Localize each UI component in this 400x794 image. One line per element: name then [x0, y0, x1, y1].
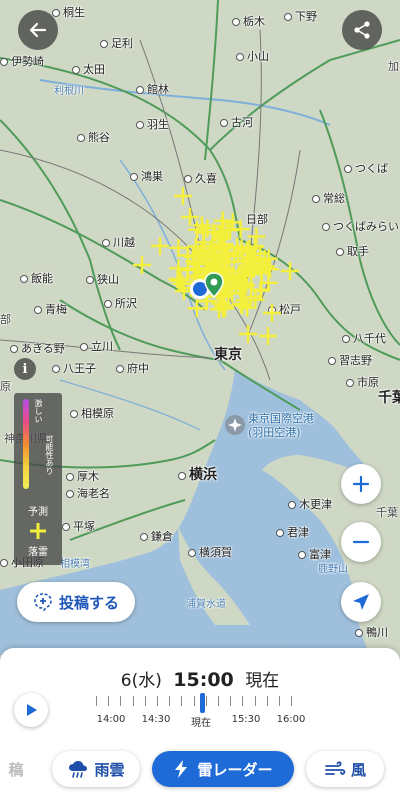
- play-icon: [27, 704, 37, 716]
- lightning-strike-marker: [174, 187, 192, 205]
- timeline-tick: [205, 696, 207, 706]
- timeline-tick: [230, 696, 232, 706]
- timeline-slider-thumb[interactable]: [200, 693, 205, 713]
- timeline-tick: [120, 696, 122, 706]
- timeline-label-current: 現在: [191, 718, 211, 729]
- post-report-icon: [34, 593, 52, 612]
- timeline-time: 15:00: [173, 669, 234, 691]
- tab-rain-cloud[interactable]: 雨雲: [52, 751, 140, 787]
- timeline-day: 6(水): [120, 671, 162, 691]
- legend-forecast-label: 予測: [28, 507, 48, 518]
- tab-label: 風: [350, 760, 366, 779]
- layer-tabs: 稿 雨雲 雷レーダー 風: [0, 748, 400, 792]
- timeline-tick: [181, 696, 183, 706]
- tab-label: 雷レーダー: [197, 760, 273, 779]
- timeline-tick: [169, 696, 171, 706]
- wind-icon: [325, 761, 346, 775]
- lightning-strike-marker: [259, 327, 277, 345]
- back-button[interactable]: [18, 10, 58, 50]
- lightning-strike-marker: [281, 262, 299, 280]
- lightning-strike-marker: [133, 256, 151, 274]
- timeline-tick: [279, 696, 280, 706]
- legend-color-bar: [23, 399, 29, 489]
- tab-post-partial[interactable]: 稿: [0, 751, 38, 787]
- timeline-tick: [157, 696, 158, 706]
- tab-label: 雨雲: [94, 760, 125, 779]
- lightning-strike-marker: [239, 325, 257, 343]
- lightning-strike-marker: [263, 304, 281, 322]
- timeline-tick: [242, 696, 244, 706]
- legend-strike-label: 落雷: [28, 547, 48, 558]
- location-pin-icon: [204, 272, 224, 298]
- info-icon: i: [22, 361, 28, 377]
- strike-marker-icon: [30, 523, 46, 539]
- rain-cloud-icon: [69, 761, 88, 778]
- timeline-label: 14:00: [96, 714, 126, 725]
- zoom-out-button[interactable]: [341, 522, 381, 562]
- navigation-arrow-icon: [353, 594, 369, 610]
- arrow-left-icon: [29, 22, 47, 38]
- timeline-status: 現在: [245, 671, 280, 691]
- timeline-label: 15:30: [231, 714, 261, 725]
- zoom-in-button[interactable]: [341, 464, 381, 504]
- share-button[interactable]: [342, 10, 382, 50]
- locate-me-button[interactable]: [341, 582, 381, 622]
- lightning-icon: [175, 760, 188, 778]
- info-button[interactable]: i: [14, 358, 36, 380]
- post-button[interactable]: 投稿する: [17, 582, 135, 622]
- timeline-tick: [96, 696, 97, 706]
- lightning-strike-marker: [151, 237, 169, 255]
- timeline-label: 14:30: [141, 714, 171, 725]
- timeline-tick: [266, 696, 268, 706]
- share-icon: [354, 21, 370, 39]
- timeline-tick: [132, 696, 134, 706]
- timeline-tick: [108, 696, 110, 706]
- timeline-tick: [254, 696, 256, 706]
- timeline-tick: [193, 696, 195, 706]
- timeline-tick: [218, 696, 219, 706]
- tab-lightning-radar[interactable]: 雷レーダー: [152, 751, 294, 787]
- legend-forecast-note: 可能性あり: [45, 435, 54, 475]
- play-button[interactable]: [14, 693, 48, 727]
- lightning-legend: 激しい 可能性あり 予測 落雷: [14, 393, 62, 565]
- timeline-title: 6(水) 15:00 現在: [0, 666, 400, 691]
- timeline-scale[interactable]: [96, 696, 296, 710]
- timeline-tick: [291, 696, 293, 706]
- timeline-tick: [144, 696, 146, 706]
- minus-icon: [352, 540, 370, 544]
- legend-top-label: 激しい: [34, 399, 43, 423]
- plus-icon: [352, 475, 370, 493]
- timeline-label: 16:00: [276, 714, 306, 725]
- tab-wind[interactable]: 風: [306, 751, 384, 787]
- tab-label: 稿: [8, 760, 24, 779]
- post-button-label: 投稿する: [58, 593, 119, 612]
